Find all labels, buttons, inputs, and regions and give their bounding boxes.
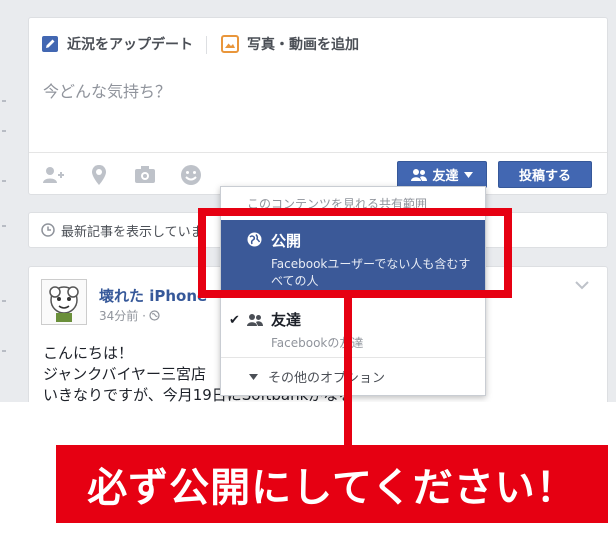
- highlight-box: [198, 208, 512, 298]
- chevron-down-icon[interactable]: [575, 281, 589, 290]
- friends-option-title: 友達: [271, 311, 302, 329]
- audience-option-friends[interactable]: ✔ 友達 Facebookの友達: [221, 301, 485, 353]
- facebook-screen: 近況をアップデート 写真・動画を追加 今どんな気持ち？ 友達 投稿する 最新記事…: [0, 0, 616, 402]
- tag-friend-icon[interactable]: [41, 163, 65, 187]
- tab-status-update[interactable]: 近況をアップデート: [41, 33, 193, 55]
- dropdown-divider: [221, 357, 485, 358]
- tab-status-label: 近況をアップデート: [67, 37, 193, 53]
- emoji-icon[interactable]: [179, 163, 203, 187]
- pencil-icon: [42, 36, 58, 52]
- avatar[interactable]: [41, 279, 87, 325]
- post-timestamp[interactable]: 34分前 ·: [99, 307, 160, 324]
- audience-label: 友達: [432, 169, 459, 184]
- tab-add-photo[interactable]: 写真・動画を追加: [221, 33, 359, 55]
- friends-icon: [247, 314, 263, 326]
- checkmark-icon: ✔: [229, 313, 240, 328]
- cartoon-avatar-icon: [49, 286, 79, 322]
- more-options-item[interactable]: その他のオプション: [249, 367, 385, 386]
- latest-stories-label: 最新記事を表示していま: [61, 224, 204, 240]
- camera-icon[interactable]: [133, 163, 157, 187]
- post-button[interactable]: 投稿する: [498, 161, 592, 188]
- audience-selector-button[interactable]: 友達: [397, 161, 487, 188]
- instruction-text: 必ず公開にしてください！: [87, 465, 577, 511]
- location-pin-icon[interactable]: [87, 163, 111, 187]
- instruction-banner: 必ず公開にしてください！: [56, 445, 608, 523]
- composer-tabs: 近況をアップデート 写真・動画を追加: [29, 18, 607, 68]
- callout-connector: [344, 298, 352, 448]
- post-time-label: 34分前 ·: [99, 309, 146, 323]
- globe-icon: [149, 310, 160, 321]
- tab-separator: [206, 36, 207, 54]
- more-options-label: その他のオプション: [268, 371, 386, 386]
- clock-icon: [41, 223, 55, 237]
- status-input[interactable]: 今どんな気持ち？: [43, 78, 171, 102]
- caret-down-icon: [249, 373, 258, 380]
- post-composer: 近況をアップデート 写真・動画を追加 今どんな気持ち？ 友達 投稿する: [28, 17, 608, 195]
- photo-icon: [221, 35, 239, 53]
- caret-down-icon: [463, 171, 473, 178]
- friends-icon: [411, 169, 428, 181]
- tab-photo-label: 写真・動画を追加: [247, 37, 359, 53]
- left-edge-ticks: [0, 0, 8, 402]
